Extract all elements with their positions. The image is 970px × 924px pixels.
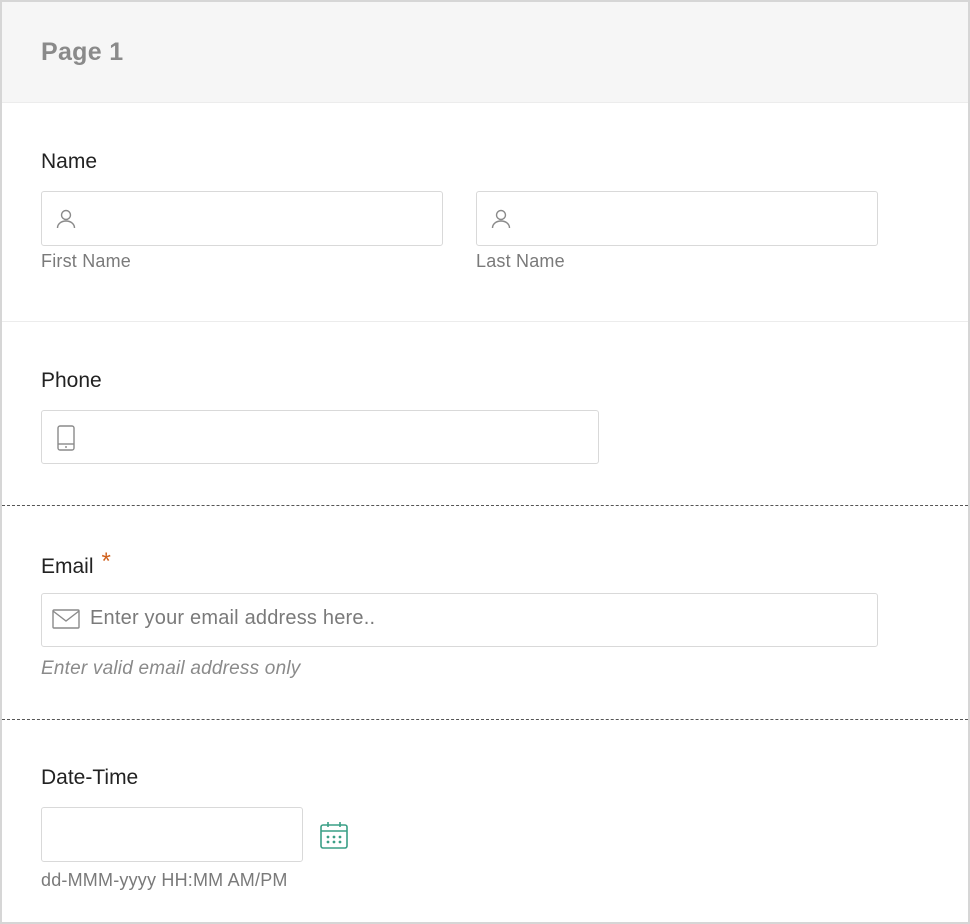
datetime-input[interactable] <box>41 807 303 862</box>
user-icon <box>489 207 513 236</box>
form-container: Page 1 Name First Name Last Name Phone E… <box>0 0 970 924</box>
phone-input[interactable] <box>41 410 599 464</box>
email-input[interactable]: Enter your email address here.. <box>41 593 878 647</box>
page-header: Page 1 <box>2 2 968 103</box>
email-label: Email * <box>41 548 111 580</box>
envelope-icon <box>52 608 80 635</box>
datetime-section: Date-Time dd-MMM-yyyy HH:MM AM/PM <box>2 720 968 922</box>
user-icon <box>54 207 78 236</box>
name-label: Name <box>41 150 98 173</box>
phone-section: Phone <box>2 322 968 506</box>
email-hint: Enter valid email address only <box>41 658 301 679</box>
required-mark: * <box>101 548 111 575</box>
last-name-input[interactable] <box>476 191 878 246</box>
email-label-text: Email <box>41 555 94 578</box>
email-section: Email * Enter your email address here.. E… <box>2 506 968 720</box>
phone-label: Phone <box>41 369 102 392</box>
mobile-phone-icon <box>54 424 78 457</box>
first-name-sublabel: First Name <box>41 251 132 271</box>
name-section: Name First Name Last Name <box>2 103 968 322</box>
calendar-icon[interactable] <box>319 820 349 855</box>
datetime-format-hint: dd-MMM-yyyy HH:MM AM/PM <box>41 870 288 890</box>
datetime-label: Date-Time <box>41 766 139 789</box>
last-name-sublabel: Last Name <box>476 251 565 271</box>
page-title: Page 1 <box>41 38 124 66</box>
first-name-input[interactable] <box>41 191 443 246</box>
email-placeholder: Enter your email address here.. <box>90 607 376 629</box>
